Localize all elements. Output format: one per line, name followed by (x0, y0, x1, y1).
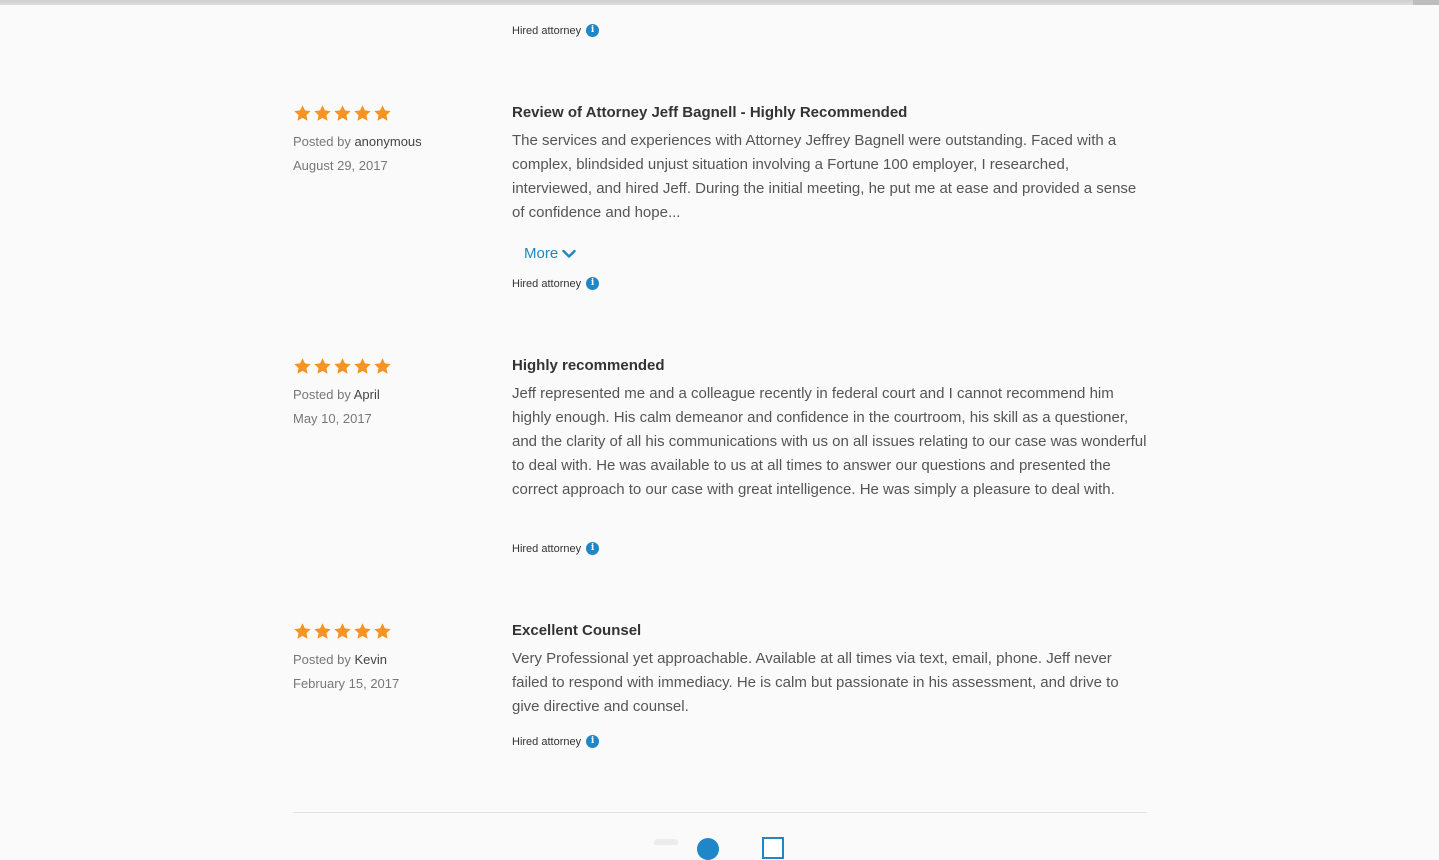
review-author: Kevin (354, 652, 387, 667)
star-icon (334, 358, 351, 374)
review-meta: Posted by April May 10, 2017 (293, 383, 380, 431)
star-icon (374, 358, 391, 374)
posted-by-prefix: Posted by (293, 652, 351, 667)
more-label: More (524, 245, 559, 262)
review-body: The services and experiences with Attorn… (512, 132, 1137, 221)
hired-attorney-tag: Hired attorney i (512, 735, 600, 748)
posted-by: Posted by anonymous (293, 130, 422, 154)
hired-attorney-tag: Hired attorney i (512, 277, 600, 290)
more-button[interactable]: More (524, 245, 576, 262)
pagination (0, 836, 1439, 860)
review-date: May 10, 2017 (293, 411, 372, 426)
star-rating (293, 622, 392, 641)
posted-by-prefix: Posted by (293, 387, 351, 402)
review-body: Very Professional yet approachable. Avai… (512, 650, 1119, 715)
star-icon (374, 105, 391, 121)
chevron-down-icon (562, 249, 576, 258)
review-title: Review of Attorney Jeff Bagnell - Highly… (512, 104, 908, 121)
scrollbar-corner[interactable] (1413, 0, 1439, 5)
star-icon (334, 623, 351, 639)
star-icon (334, 105, 351, 121)
star-icon (354, 358, 371, 374)
star-icon (314, 623, 331, 639)
pagination-next-button[interactable] (762, 837, 784, 859)
info-icon[interactable]: i (586, 542, 600, 555)
review-body: Jeff represented me and a colleague rece… (512, 385, 1147, 498)
pagination-prev-button[interactable] (654, 839, 678, 845)
star-icon (354, 105, 371, 121)
pagination-current-page[interactable] (697, 838, 719, 860)
review-author: April (353, 387, 380, 402)
posted-by: Posted by Kevin (293, 648, 399, 672)
browser-top-edge (0, 0, 1439, 5)
posted-by: Posted by April (293, 383, 380, 407)
hired-attorney-label: Hired attorney (512, 277, 582, 290)
info-icon[interactable]: i (586, 735, 600, 748)
review-meta: Posted by anonymous August 29, 2017 (293, 130, 422, 178)
star-icon (314, 105, 331, 121)
info-icon[interactable]: i (586, 277, 600, 290)
star-icon (314, 358, 331, 374)
hired-attorney-tag: Hired attorney i (512, 542, 600, 555)
hired-attorney-label: Hired attorney (512, 735, 582, 748)
star-icon (294, 358, 311, 374)
star-rating (293, 104, 392, 123)
info-icon[interactable]: i (586, 24, 600, 37)
posted-by-prefix: Posted by (293, 134, 351, 149)
hired-attorney-label: Hired attorney (512, 24, 582, 37)
star-icon (374, 623, 391, 639)
section-divider (293, 812, 1147, 813)
review-date: February 15, 2017 (293, 676, 400, 691)
review-author: anonymous (354, 134, 422, 149)
review-title: Highly recommended (512, 357, 665, 374)
star-icon (294, 105, 311, 121)
review-meta: Posted by Kevin February 15, 2017 (293, 648, 399, 696)
review-date: August 29, 2017 (293, 158, 388, 173)
hired-attorney-label: Hired attorney (512, 542, 582, 555)
review-title: Excellent Counsel (512, 622, 642, 639)
star-rating (293, 357, 392, 376)
star-icon (354, 623, 371, 639)
hired-attorney-tag: Hired attorney i (512, 24, 600, 37)
star-icon (294, 623, 311, 639)
